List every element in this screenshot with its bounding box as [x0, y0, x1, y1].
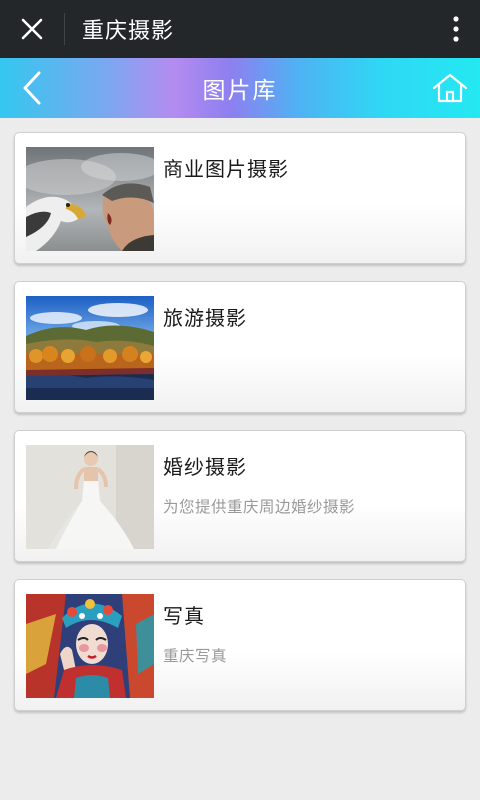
close-icon [21, 18, 43, 40]
home-icon [432, 73, 468, 103]
item-description: 重庆写真 [163, 647, 228, 665]
back-button[interactable] [10, 66, 54, 110]
item-title: 商业图片摄影 [163, 157, 289, 181]
more-vertical-icon [453, 16, 459, 42]
chevron-left-icon [23, 71, 41, 105]
item-title: 写真 [163, 604, 205, 628]
page-header: 图片库 [0, 58, 480, 118]
page-title: 图片库 [202, 78, 278, 104]
thumbnail-eagle-warrior [26, 147, 154, 251]
item-title: 婚纱摄影 [163, 455, 247, 479]
more-options-button[interactable] [432, 0, 480, 58]
title-divider [64, 13, 65, 45]
app-title: 重庆摄影 [82, 19, 175, 44]
close-button[interactable] [0, 0, 64, 58]
app-screen: 重庆摄影 图片库 商业图片摄影 旅游摄影 婚纱摄影 为您提供重庆周边婚纱摄影 写… [0, 0, 480, 800]
thumbnail-opera-portrait [26, 594, 154, 698]
thumbnail-bride [26, 445, 154, 549]
gallery-list: 商业图片摄影 旅游摄影 婚纱摄影 为您提供重庆周边婚纱摄影 写真 重庆写真 [14, 132, 466, 728]
list-item[interactable]: 旅游摄影 [14, 281, 466, 413]
item-description: 为您提供重庆周边婚纱摄影 [163, 498, 356, 516]
thumbnail-autumn-landscape [26, 296, 154, 400]
item-title: 旅游摄影 [163, 306, 247, 330]
list-item[interactable]: 商业图片摄影 [14, 132, 466, 264]
home-button[interactable] [428, 66, 472, 110]
top-title-bar: 重庆摄影 [0, 0, 480, 58]
list-item[interactable]: 婚纱摄影 为您提供重庆周边婚纱摄影 [14, 430, 466, 562]
list-item[interactable]: 写真 重庆写真 [14, 579, 466, 711]
